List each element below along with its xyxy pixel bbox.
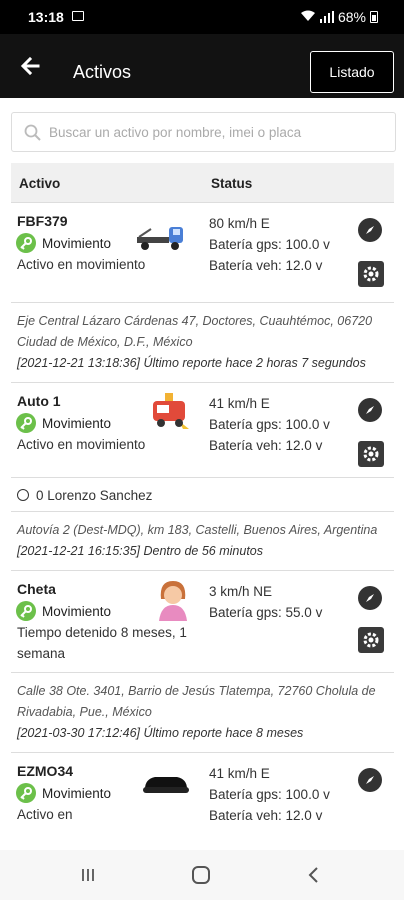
asset-status: 41 km/h E Batería gps: 100.0 v Batería v…	[209, 396, 330, 453]
key-icon	[16, 783, 36, 803]
battery-icon	[370, 11, 378, 23]
driver-name: 0 Lorenzo Sanchez	[36, 488, 153, 503]
assets-table: Activo Status FBF379 Movimiento Activo e…	[11, 163, 394, 853]
asset-name: Cheta	[17, 581, 56, 597]
table-row[interactable]: EZMO34 Movimiento Activo en 41 km/h E Ba…	[11, 753, 394, 853]
mode-label: Movimiento	[16, 233, 111, 253]
compass-icon[interactable]	[358, 218, 382, 242]
gear-icon[interactable]	[358, 627, 384, 653]
driver-row: 0 Lorenzo Sanchez	[11, 478, 394, 512]
gear-icon[interactable]	[358, 261, 384, 287]
listado-button[interactable]: Listado	[310, 51, 394, 93]
tow-truck-icon	[135, 221, 189, 258]
search-input[interactable]: Buscar un activo por nombre, imei o plac…	[11, 112, 396, 152]
battery-percent: 68%	[337, 9, 366, 25]
key-icon	[16, 413, 36, 433]
asset-name: EZMO34	[17, 763, 74, 779]
table-row[interactable]: Auto 1 Movimiento Activo en movimiento 4…	[11, 383, 394, 478]
search-placeholder: Buscar un activo por nombre, imei o plac…	[49, 125, 302, 140]
back-nav-icon[interactable]	[305, 866, 323, 884]
steering-wheel-icon	[17, 489, 29, 501]
back-arrow-icon[interactable]	[16, 52, 44, 80]
asset-state: Activo en	[17, 807, 73, 822]
recent-apps-icon[interactable]	[80, 867, 96, 883]
gear-icon[interactable]	[358, 441, 384, 467]
header-asset: Activo	[19, 176, 61, 191]
asset-address: Calle 38 Ote. 3401, Barrio de Jesús Tlat…	[11, 673, 394, 753]
search-icon	[24, 124, 42, 142]
signal-icon	[319, 11, 334, 23]
asset-state: Tiempo detenido 8 meses, 1 semana	[17, 625, 187, 661]
status-bar: 13:18 68%	[0, 0, 404, 34]
asset-address: Eje Central Lázaro Cárdenas 47, Doctores…	[11, 303, 394, 383]
table-header: Activo Status	[11, 163, 394, 203]
home-icon[interactable]	[192, 866, 210, 884]
table-row[interactable]: FBF379 Movimiento Activo en movimiento 8…	[11, 203, 394, 303]
page-title: Activos	[73, 62, 132, 82]
asset-status: 41 km/h E Batería gps: 100.0 v Batería v…	[209, 766, 330, 823]
asset-status: 80 km/h E Batería gps: 100.0 v Batería v…	[209, 216, 330, 273]
ambulance-icon	[149, 389, 193, 436]
mode-label: Movimiento	[16, 413, 111, 433]
asset-name: Auto 1	[17, 393, 61, 409]
wifi-icon	[300, 10, 316, 25]
asset-address: Autovía 2 (Dest-MDQ), km 183, Castelli, …	[11, 512, 394, 571]
mode-label: Movimiento	[16, 783, 111, 803]
app-bar: Activos Listado	[0, 34, 404, 98]
compass-icon[interactable]	[358, 768, 382, 792]
status-time: 13:18	[28, 9, 64, 25]
key-icon	[16, 233, 36, 253]
table-row[interactable]: Cheta Movimiento Tiempo detenido 8 meses…	[11, 571, 394, 673]
asset-state: Activo en movimiento	[17, 437, 146, 452]
gallery-icon	[72, 11, 84, 21]
compass-icon[interactable]	[358, 586, 382, 610]
asset-name: FBF379	[17, 213, 68, 229]
key-icon	[16, 601, 36, 621]
compass-icon[interactable]	[358, 398, 382, 422]
car-icon	[141, 771, 191, 800]
system-nav-bar	[0, 850, 404, 900]
mode-label: Movimiento	[16, 601, 111, 621]
asset-status: 3 km/h NE Batería gps: 55.0 v	[209, 584, 323, 620]
header-status: Status	[211, 176, 253, 191]
woman-avatar-icon	[153, 577, 193, 624]
